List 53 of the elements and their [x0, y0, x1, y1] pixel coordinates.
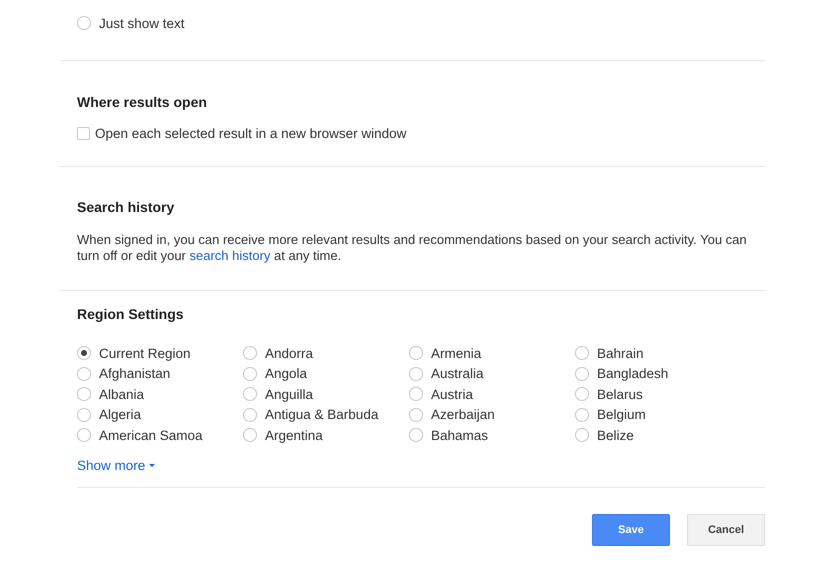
- radio-button[interactable]: [575, 366, 589, 381]
- radio-label: Belgium: [597, 407, 646, 422]
- radio-button[interactable]: [243, 387, 257, 402]
- caret-icon: [149, 464, 156, 466]
- radio-label: Algeria: [99, 407, 142, 422]
- radio-button[interactable]: [409, 408, 423, 422]
- radio-button[interactable]: [77, 16, 91, 30]
- radio-label: Anguilla: [265, 386, 314, 402]
- radio-label: Armenia: [431, 346, 482, 361]
- cancel-button[interactable]: Cancel: [687, 514, 765, 546]
- radio-label: Current Region: [99, 346, 191, 361]
- radio-button[interactable]: [77, 346, 91, 360]
- radio-label: Just show text: [99, 16, 185, 31]
- radio-label: American Samoa: [99, 428, 203, 443]
- radio-label: Angola: [265, 366, 308, 382]
- radio-label: Argentina: [265, 428, 323, 443]
- description-text: When signed in, you can receive more relevant results and recommendations based on your search activity. You can turn off or edit your search history at any time.: [77, 232, 748, 264]
- radio-label: Bahamas: [431, 428, 488, 443]
- radio-button[interactable]: [409, 346, 423, 360]
- radio-button[interactable]: [243, 428, 257, 442]
- radio-button[interactable]: [77, 366, 91, 381]
- checkbox[interactable]: [77, 127, 90, 140]
- radio-button[interactable]: [409, 366, 423, 381]
- save-button[interactable]: Save: [592, 514, 670, 546]
- radio-label: Azerbaijan: [431, 407, 495, 422]
- radio-button[interactable]: [575, 408, 589, 422]
- radio-label: Andorra: [265, 346, 314, 361]
- section-title: Where results open: [77, 94, 208, 110]
- radio-label: Antigua & Barbuda: [265, 407, 378, 422]
- radio-label: Albania: [99, 386, 144, 402]
- radio-label: Bangladesh: [597, 366, 668, 382]
- radio-label: Austria: [431, 386, 474, 402]
- section-title: Region Settings: [77, 306, 185, 322]
- radio-label: Australia: [431, 366, 484, 382]
- search-history-link[interactable]: search history: [190, 248, 270, 263]
- radio-button[interactable]: [409, 428, 423, 442]
- radio-button[interactable]: [243, 408, 257, 422]
- show-more-link[interactable]: Show more: [77, 458, 156, 472]
- checkbox-label: Open each selected result in a new browser window: [95, 126, 406, 141]
- radio-button[interactable]: [77, 428, 91, 442]
- radio-button[interactable]: [575, 387, 589, 402]
- radio-label: Belarus: [597, 386, 643, 402]
- radio-button[interactable]: [77, 408, 91, 422]
- radio-button[interactable]: [243, 346, 257, 360]
- radio-label: Afghanistan: [99, 366, 170, 382]
- radio-button[interactable]: [243, 366, 257, 381]
- radio-label: Bahrain: [597, 346, 644, 361]
- section-title: Search history: [77, 199, 176, 215]
- radio-button[interactable]: [575, 428, 589, 442]
- radio-label: Belize: [597, 428, 634, 443]
- radio-button[interactable]: [77, 387, 91, 402]
- radio-button[interactable]: [575, 346, 589, 360]
- radio-button[interactable]: [409, 387, 423, 402]
